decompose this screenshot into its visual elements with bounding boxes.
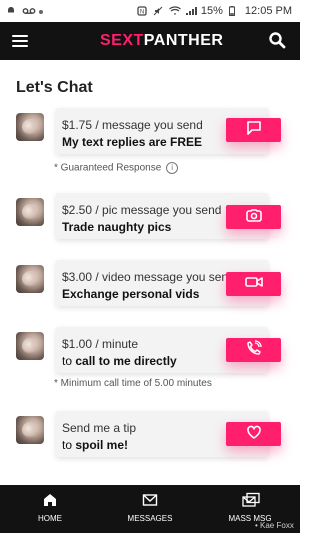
logo-part-2: PANTHER	[143, 32, 224, 49]
svg-text:N: N	[140, 10, 144, 16]
logo-part-1: SEXT	[100, 32, 144, 49]
offer-description: to spoil me!	[62, 438, 128, 452]
wifi-icon	[168, 6, 181, 16]
clock-time: 12:05 PM	[244, 5, 292, 17]
offer-price: Send me a tip	[62, 421, 137, 435]
status-bar: N 15% 12:05 PM	[0, 0, 300, 22]
status-left-icons	[0, 6, 48, 16]
offer-description-prefix: to	[62, 354, 76, 368]
message-button[interactable]	[226, 118, 281, 142]
guaranteed-response-text: * Guaranteed Response	[54, 162, 162, 174]
battery-icon	[228, 6, 239, 16]
video-icon	[244, 275, 263, 293]
pic-message-button[interactable]	[226, 205, 281, 229]
heart-icon	[246, 425, 262, 444]
creator-credit: • Kae Foxx	[255, 521, 294, 530]
offer-price: $1.00 / minute	[62, 337, 139, 351]
signal-icon	[185, 6, 197, 16]
offer-description: to call to me directly	[62, 354, 177, 368]
envelope-icon	[142, 492, 158, 508]
top-app-bar: SEXTPANTHER	[0, 22, 300, 60]
hamburger-icon[interactable]	[12, 35, 28, 47]
phone-icon	[246, 339, 262, 361]
voicemail-icon	[22, 6, 36, 16]
ghost-icon	[6, 6, 16, 16]
nav-messages[interactable]: MESSAGES	[100, 485, 200, 533]
battery-percent: 15%	[200, 5, 223, 17]
avatar	[16, 416, 44, 444]
avatar	[16, 332, 44, 360]
offer-price: $2.50 / pic message you send	[62, 203, 222, 217]
page-title: Let's Chat	[16, 79, 93, 96]
video-message-button[interactable]	[226, 272, 281, 296]
info-icon[interactable]: i	[166, 162, 179, 174]
tip-button[interactable]	[226, 422, 281, 446]
status-right: N 15% 12:05 PM	[137, 5, 300, 17]
offer-price: $3.00 / video message you send	[62, 270, 235, 284]
offer-description: Trade naughty pics	[62, 220, 172, 234]
nav-home-label: HOME	[38, 514, 62, 523]
nav-messages-label: MESSAGES	[127, 514, 173, 523]
avatar	[16, 113, 44, 141]
avatar	[16, 265, 44, 293]
app-logo: SEXTPANTHER	[100, 32, 223, 50]
avatar	[16, 198, 44, 226]
mute-icon	[153, 6, 163, 16]
offer-description: My text replies are FREE	[62, 135, 203, 149]
nfc-icon: N	[137, 6, 147, 16]
home-icon	[42, 492, 58, 508]
camera-icon	[245, 208, 263, 227]
offer-description-prefix: to	[62, 438, 76, 452]
dot-icon	[38, 6, 48, 16]
offer-description: Exchange personal vids	[62, 287, 200, 301]
call-button[interactable]	[226, 338, 281, 362]
minimum-call-note: * Minimum call time of 5.00 minutes	[54, 378, 212, 389]
offer-description-strong: call to me directly	[75, 354, 177, 368]
offer-description-strong: spoil me!	[75, 438, 129, 452]
nav-home[interactable]: HOME	[0, 485, 100, 533]
mass-message-icon	[242, 492, 260, 508]
offer-price: $1.75 / message you send	[62, 118, 203, 132]
chat-icon	[246, 120, 262, 140]
guaranteed-response-note: * Guaranteed Response i	[54, 162, 179, 174]
search-icon[interactable]	[268, 31, 286, 49]
